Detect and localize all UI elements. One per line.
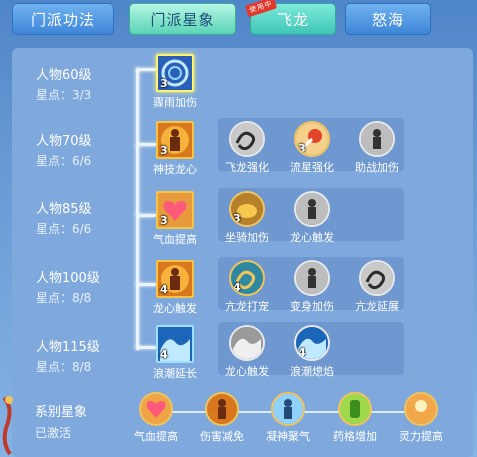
series-skill[interactable]: 伤害减免	[187, 392, 257, 444]
skill-count: 4	[298, 346, 306, 359]
skill-label: 助战加伤	[355, 161, 399, 174]
level-text: 人物60级	[36, 68, 92, 83]
figure-icon	[294, 191, 330, 227]
skill-label: 灵力提高	[399, 430, 443, 443]
series-status: 已激活	[35, 426, 72, 440]
skill-label: 亢龙打宠	[225, 300, 269, 313]
skill-label: 浪潮熄焰	[290, 365, 334, 378]
series-skill[interactable]: 药格增加	[320, 392, 390, 444]
skill-node[interactable]: 4 亢龙打宠	[212, 260, 282, 314]
skill-label: 伤害减免	[200, 430, 244, 443]
skill-node[interactable]: 龙心触发	[212, 325, 282, 379]
tab-label: 门派星象	[150, 10, 215, 29]
tab-sect-stars[interactable]: 门派星象	[129, 3, 236, 35]
skill-node[interactable]: 龙心触发	[277, 191, 347, 245]
skill-node[interactable]: 3 流星强化	[277, 121, 347, 175]
skill-node[interactable]: 飞龙强化	[212, 121, 282, 175]
decorative-ornament-icon	[2, 396, 13, 456]
row-70-label: 人物70级星点：6/6	[36, 130, 92, 169]
spirit-icon	[404, 392, 438, 426]
star-points: 星点：3/3	[36, 88, 92, 102]
skill-label: 浪潮延长	[153, 367, 197, 380]
game-window: 门派功法 门派星象 使用中 飞龙 怒海 人物60级 星点：3/3 人物70级 星点：…	[0, 0, 477, 457]
tab-nuhai[interactable]: 怒海	[345, 3, 431, 35]
skill-node[interactable]: 3 坐骑加伤	[212, 191, 282, 245]
flaming-figure-icon	[205, 392, 239, 426]
skill-node[interactable]: 亢龙延展	[342, 260, 412, 314]
star-points: 星点：8/8	[36, 360, 92, 374]
tab-label: 飞龙	[276, 10, 309, 29]
skill-label: 神技龙心	[153, 163, 197, 176]
heart-icon	[139, 392, 173, 426]
figure-burst-icon	[271, 392, 305, 426]
flaming-figure-icon: 3	[156, 121, 194, 159]
skill-label: 气血提高	[153, 233, 197, 246]
row-100-label: 人物100级 星点：8/8	[36, 267, 100, 306]
star-points: 星点：6/6	[36, 154, 92, 168]
skill-node[interactable]: 变身加伤	[277, 260, 347, 314]
dragon-icon	[359, 260, 395, 296]
row-60-label: 人物60级星点：3/3	[36, 64, 92, 103]
skill-label: 变身加伤	[290, 300, 334, 313]
star-points: 星点：8/8	[36, 291, 92, 305]
dragon-icon	[229, 121, 265, 157]
skill-node[interactable]: 4 龙心触发	[140, 260, 210, 316]
skill-label: 飞龙强化	[225, 161, 269, 174]
skill-label: 骤雨加伤	[153, 96, 197, 109]
skill-label: 龙心触发	[225, 365, 269, 378]
mount-icon: 3	[229, 191, 265, 227]
in-use-badge: 使用中	[244, 0, 278, 18]
dragon-icon: 4	[229, 260, 265, 296]
series-stars-label: 系别星象 已激活	[35, 401, 87, 441]
skill-count: 3	[233, 212, 241, 225]
level-text: 人物115级	[36, 340, 100, 355]
skill-label: 药格增加	[333, 430, 377, 443]
vortex-icon: 3	[156, 54, 194, 92]
skill-node[interactable]: 3 骤雨加伤	[140, 54, 210, 110]
skill-count: 4	[233, 281, 241, 294]
skill-node[interactable]: 3 气血提高	[140, 191, 210, 247]
meteor-icon: 3	[294, 121, 330, 157]
skill-label: 气血提高	[134, 430, 178, 443]
level-text: 人物100级	[36, 271, 100, 286]
heart-icon: 3	[156, 191, 194, 229]
skill-count: 3	[160, 144, 168, 157]
wave-icon: 4	[156, 325, 194, 363]
skill-node[interactable]: 助战加伤	[342, 121, 412, 175]
tab-sect-skills[interactable]: 门派功法	[12, 3, 114, 35]
skill-node[interactable]: 4 浪潮延长	[140, 325, 210, 381]
skill-count: 3	[160, 77, 168, 90]
skill-count: 4	[160, 348, 168, 361]
series-skill[interactable]: 凝神聚气	[253, 392, 323, 444]
wave-icon	[229, 325, 265, 361]
level-text: 人物85级	[36, 202, 92, 217]
skill-label: 龙心触发	[153, 302, 197, 315]
wave-icon: 4	[294, 325, 330, 361]
skill-count: 4	[160, 283, 168, 296]
skill-label: 亢龙延展	[355, 300, 399, 313]
potion-icon	[338, 392, 372, 426]
skill-node[interactable]: 4 浪潮熄焰	[277, 325, 347, 379]
level-text: 人物70级	[36, 134, 92, 149]
series-title: 系别星象	[35, 405, 88, 420]
skill-node[interactable]: 3 神技龙心	[140, 121, 210, 177]
skill-label: 凝神聚气	[266, 430, 310, 443]
figure-burst-icon	[359, 121, 395, 157]
row-115-label: 人物115级 星点：8/8	[36, 336, 100, 375]
figure-burst-icon	[294, 260, 330, 296]
row-85-label: 人物85级星点：6/6	[36, 198, 92, 237]
star-points: 星点：6/6	[36, 222, 92, 236]
tab-feilong[interactable]: 使用中 飞龙	[244, 0, 336, 35]
flaming-figure-icon: 4	[156, 260, 194, 298]
skill-label: 坐骑加伤	[225, 231, 269, 244]
skill-count: 3	[160, 214, 168, 227]
tab-label: 门派功法	[30, 10, 95, 29]
series-skill[interactable]: 灵力提高	[386, 392, 456, 444]
tree-trunk-line	[136, 68, 139, 350]
tab-label: 怒海	[371, 10, 404, 29]
skill-count: 3	[298, 142, 306, 155]
skill-label: 龙心触发	[290, 231, 334, 244]
series-skill[interactable]: 气血提高	[121, 392, 191, 444]
skill-label: 流星强化	[290, 161, 334, 174]
